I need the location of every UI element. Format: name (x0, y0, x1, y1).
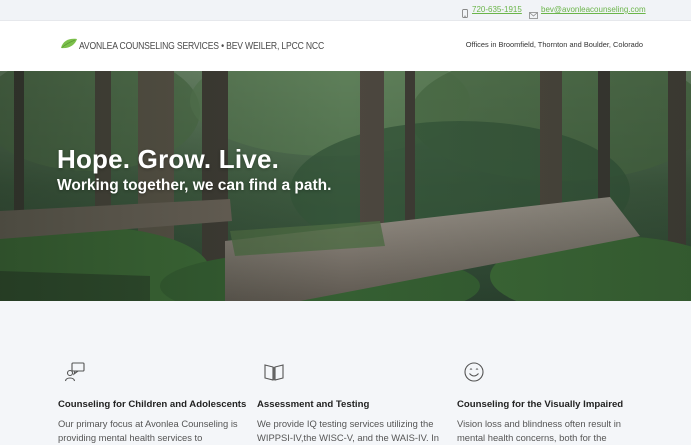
contact-bar: 720-635-1915 bev@avonleacounseling.com (0, 0, 691, 21)
logo-text: Avonlea Counseling Services • Bev Weiler… (79, 40, 325, 52)
smiley-icon (463, 361, 485, 383)
email-link[interactable]: bev@avonleacounseling.com (541, 5, 646, 14)
site-logo[interactable]: Avonlea Counseling Services • Bev Weiler… (60, 38, 364, 54)
site-header: Avonlea Counseling Services • Bev Weiler… (0, 21, 691, 71)
service-title: Assessment and Testing (257, 399, 370, 410)
offices-text: Offices in Broomfield, Thornton and Boul… (465, 40, 643, 49)
services-section: Counseling for Children and Adolescents … (0, 301, 691, 443)
hero-headline: Hope. Grow. Live. (57, 144, 280, 174)
hero-banner: Hope. Grow. Live. Working together, we c… (0, 71, 691, 301)
phone-link[interactable]: 720-635-1915 (472, 5, 522, 14)
service-title: Counseling for the Visually Impaired (457, 399, 624, 410)
chat-person-icon (64, 361, 86, 383)
service-title: Counseling for Children and Adolescents (58, 399, 247, 410)
hero-subheadline: Working together, we can find a path. (57, 177, 332, 194)
leaf-icon (60, 37, 78, 55)
book-icon (263, 361, 285, 383)
